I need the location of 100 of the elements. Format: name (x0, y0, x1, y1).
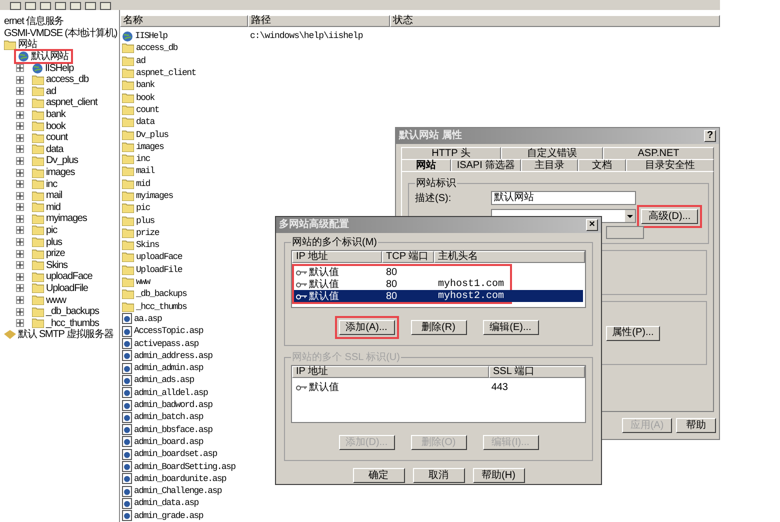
file-name[interactable]: admin_BoardSetting.asp (134, 462, 236, 472)
expand-icon[interactable] (16, 76, 24, 84)
file-name[interactable]: _hcc_thumbs (136, 302, 187, 312)
description-field[interactable]: 默认网站 (491, 191, 636, 205)
file-name[interactable]: inc (136, 154, 150, 164)
expand-icon[interactable] (16, 145, 24, 154)
expand-icon[interactable] (16, 226, 24, 234)
expand-icon[interactable] (16, 284, 24, 292)
expand-icon[interactable] (16, 192, 24, 200)
expand-icon[interactable] (16, 203, 24, 212)
toolbar-icon[interactable] (10, 2, 21, 10)
tab[interactable]: 主目录 (521, 159, 578, 171)
file-name[interactable]: admin_address.asp (134, 350, 212, 361)
file-name[interactable]: www (136, 277, 150, 288)
file-name[interactable]: access_db (136, 43, 178, 54)
file-name[interactable]: Dv_plus (136, 130, 168, 140)
file-name[interactable]: admin_alldel.asp (134, 388, 208, 398)
file-name[interactable]: admin_badword.asp (134, 400, 212, 410)
file-name[interactable]: admin_board.asp (134, 436, 204, 447)
file-name[interactable]: mid (136, 178, 150, 189)
file-name[interactable]: IISHelp (135, 31, 168, 42)
file-name[interactable]: data (136, 117, 154, 128)
dialog-button[interactable]: 高级(D)... (641, 209, 698, 224)
file-name[interactable]: count (136, 104, 160, 115)
toolbar-icon[interactable] (70, 2, 81, 10)
help-button[interactable]: ? (704, 130, 716, 142)
file-name[interactable]: aa.asp (134, 314, 162, 324)
column-header[interactable]: 名称 (120, 15, 248, 27)
toolbar-icon[interactable] (40, 2, 51, 10)
file-name[interactable]: pic (136, 203, 150, 214)
column-header[interactable]: 主机头名 (434, 251, 585, 263)
close-button[interactable]: × (586, 219, 598, 231)
expand-icon[interactable] (16, 110, 24, 119)
tab[interactable]: 网站 (401, 159, 451, 171)
list-view[interactable]: IP 地址 TCP 端口 主机头名 默认值 80 默认值 80 myhost1.com 默认值 80 myhost2.com (291, 250, 586, 308)
toolbar-icon[interactable] (100, 2, 111, 10)
file-name[interactable]: admin_ads.asp (134, 375, 194, 386)
file-name[interactable]: prize (136, 228, 160, 238)
file-name[interactable]: admin_admin.asp (134, 363, 204, 374)
dialog-button[interactable]: 帮助 (676, 418, 716, 433)
file-name[interactable]: admin_grade.asp (134, 510, 204, 521)
file-name[interactable]: uploadFace (136, 252, 182, 262)
list-row[interactable]: 默认值 80 myhost2.com (294, 290, 583, 302)
expand-icon[interactable] (16, 272, 24, 281)
expand-icon[interactable] (16, 98, 24, 107)
dialog-button[interactable]: 取消 (412, 468, 464, 483)
file-name[interactable]: bank (136, 80, 154, 90)
expand-icon[interactable] (16, 180, 24, 188)
toolbar-icon[interactable] (85, 2, 96, 10)
list-row[interactable]: 默认值 80 myhost1.com (294, 278, 510, 290)
column-header[interactable]: TCP 端口 (382, 251, 434, 263)
tab[interactable]: 自定义错误 (501, 147, 603, 159)
file-name[interactable]: UploadFile (136, 264, 182, 275)
file-name[interactable]: admin_bbsface.asp (134, 424, 212, 435)
list-row[interactable]: 默认值 80 (294, 266, 510, 278)
expand-icon[interactable] (16, 134, 24, 142)
expand-icon[interactable] (16, 308, 24, 316)
file-name[interactable]: mail (136, 166, 154, 176)
file-name[interactable]: Skins (136, 240, 160, 250)
file-name[interactable]: book (136, 92, 154, 103)
file-name[interactable]: plus (136, 216, 154, 226)
tree-item[interactable]: ernet 信息服务 (0, 14, 68, 30)
file-name[interactable]: myimages (136, 191, 173, 201)
file-name[interactable]: aspnet_client (136, 68, 196, 78)
expand-icon[interactable] (16, 250, 24, 258)
dialog-button[interactable]: 编辑(E)... (482, 320, 538, 335)
file-name[interactable]: activepass.asp (134, 338, 198, 349)
file-name[interactable]: admin_batch.asp (134, 412, 204, 422)
toolbar-icon[interactable] (25, 2, 36, 10)
expand-icon[interactable] (16, 156, 24, 165)
tab[interactable]: HTTP 头 (401, 147, 501, 159)
tab[interactable]: 文档 (578, 159, 626, 171)
expand-icon[interactable] (16, 168, 24, 177)
file-name[interactable]: images (136, 142, 164, 152)
dialog-button[interactable]: 确定 (352, 468, 404, 483)
dialog-button[interactable]: 属性(P)... (606, 326, 660, 340)
expand-icon[interactable] (16, 261, 24, 270)
file-name[interactable]: AccessTopic.asp (134, 326, 204, 336)
tab[interactable]: 目录安全性 (626, 159, 714, 171)
column-header[interactable]: 状态 (390, 15, 720, 27)
expand-icon[interactable] (16, 238, 24, 246)
expand-icon[interactable] (16, 319, 24, 328)
tree-item[interactable]: 默认网站 (14, 49, 73, 64)
expand-icon[interactable] (16, 122, 24, 130)
dialog-button[interactable]: 帮助(H) (472, 468, 524, 483)
expand-icon[interactable] (16, 87, 24, 96)
expand-icon[interactable] (16, 64, 24, 72)
tree-item[interactable]: 默认 SMTP 虚拟服务器 (0, 327, 118, 342)
file-name[interactable]: admin_boardset.asp (134, 449, 217, 460)
toolbar-icon[interactable] (55, 2, 66, 10)
dialog-button[interactable]: 添加(A)... (338, 320, 394, 335)
file-name[interactable]: admin_data.asp (134, 498, 198, 508)
expand-icon[interactable] (16, 214, 24, 223)
expand-icon[interactable] (16, 296, 24, 304)
column-header[interactable]: IP 地址 (292, 251, 382, 263)
file-name[interactable]: ad (136, 56, 146, 66)
file-name[interactable]: _db_backups (136, 289, 187, 300)
file-name[interactable]: admin_boardunite.asp (134, 474, 226, 484)
column-header[interactable]: 路径 (248, 15, 390, 27)
port-field[interactable] (606, 226, 644, 239)
